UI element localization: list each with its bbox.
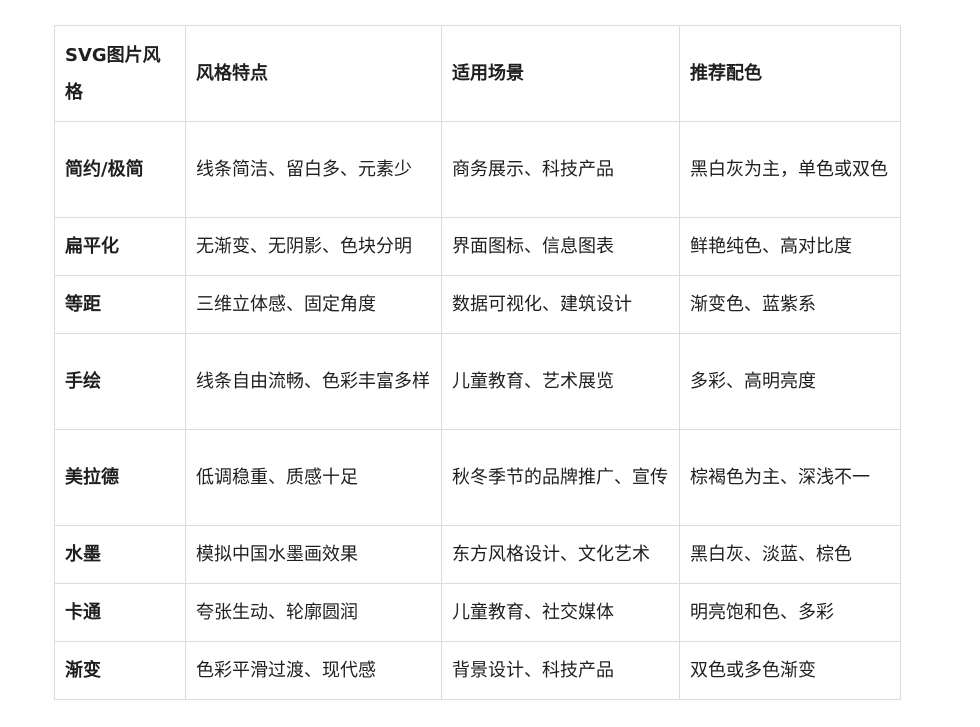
cell-features: 模拟中国水墨画效果 (185, 525, 442, 584)
cell-colors: 黑白灰、淡蓝、棕色 (679, 525, 901, 584)
style-comparison-table: SVG图片风格 风格特点 适用场景 推荐配色 简约/极简 线条简洁、留白多、元素… (54, 25, 901, 700)
cell-style: 美拉德 (54, 429, 186, 526)
table-row: 美拉德 低调稳重、质感十足 秋冬季节的品牌推广、宣传 棕褐色为主、深浅不一 (54, 429, 901, 526)
cell-style: 等距 (54, 275, 186, 334)
cell-features: 线条简洁、留白多、元素少 (185, 121, 442, 218)
header-style: SVG图片风格 (54, 25, 186, 122)
header-features: 风格特点 (185, 25, 442, 122)
cell-features: 色彩平滑过渡、现代感 (185, 641, 442, 700)
cell-style: 手绘 (54, 333, 186, 430)
cell-features: 三维立体感、固定角度 (185, 275, 442, 334)
cell-features: 低调稳重、质感十足 (185, 429, 442, 526)
cell-style: 渐变 (54, 641, 186, 700)
cell-style: 简约/极简 (54, 121, 186, 218)
cell-features: 夸张生动、轮廓圆润 (185, 583, 442, 642)
cell-colors: 黑白灰为主，单色或双色 (679, 121, 901, 218)
cell-scenarios: 界面图标、信息图表 (441, 217, 680, 276)
cell-colors: 明亮饱和色、多彩 (679, 583, 901, 642)
table-row: 等距 三维立体感、固定角度 数据可视化、建筑设计 渐变色、蓝紫系 (54, 275, 901, 334)
cell-colors: 鲜艳纯色、高对比度 (679, 217, 901, 276)
cell-scenarios: 商务展示、科技产品 (441, 121, 680, 218)
cell-scenarios: 背景设计、科技产品 (441, 641, 680, 700)
cell-features: 线条自由流畅、色彩丰富多样 (185, 333, 442, 430)
cell-scenarios: 数据可视化、建筑设计 (441, 275, 680, 334)
cell-style: 水墨 (54, 525, 186, 584)
table-row: 卡通 夸张生动、轮廓圆润 儿童教育、社交媒体 明亮饱和色、多彩 (54, 583, 901, 642)
cell-colors: 多彩、高明亮度 (679, 333, 901, 430)
table-header-row: SVG图片风格 风格特点 适用场景 推荐配色 (54, 25, 901, 122)
cell-style: 卡通 (54, 583, 186, 642)
cell-scenarios: 东方风格设计、文化艺术 (441, 525, 680, 584)
cell-features: 无渐变、无阴影、色块分明 (185, 217, 442, 276)
table-row: 简约/极简 线条简洁、留白多、元素少 商务展示、科技产品 黑白灰为主，单色或双色 (54, 121, 901, 218)
table-row: 水墨 模拟中国水墨画效果 东方风格设计、文化艺术 黑白灰、淡蓝、棕色 (54, 525, 901, 584)
header-scenarios: 适用场景 (441, 25, 680, 122)
cell-scenarios: 儿童教育、艺术展览 (441, 333, 680, 430)
header-colors: 推荐配色 (679, 25, 901, 122)
table-row: 扁平化 无渐变、无阴影、色块分明 界面图标、信息图表 鲜艳纯色、高对比度 (54, 217, 901, 276)
table-row: 手绘 线条自由流畅、色彩丰富多样 儿童教育、艺术展览 多彩、高明亮度 (54, 333, 901, 430)
cell-colors: 渐变色、蓝紫系 (679, 275, 901, 334)
table-row: 渐变 色彩平滑过渡、现代感 背景设计、科技产品 双色或多色渐变 (54, 641, 901, 700)
cell-style: 扁平化 (54, 217, 186, 276)
cell-scenarios: 秋冬季节的品牌推广、宣传 (441, 429, 680, 526)
cell-colors: 棕褐色为主、深浅不一 (679, 429, 901, 526)
cell-colors: 双色或多色渐变 (679, 641, 901, 700)
cell-scenarios: 儿童教育、社交媒体 (441, 583, 680, 642)
